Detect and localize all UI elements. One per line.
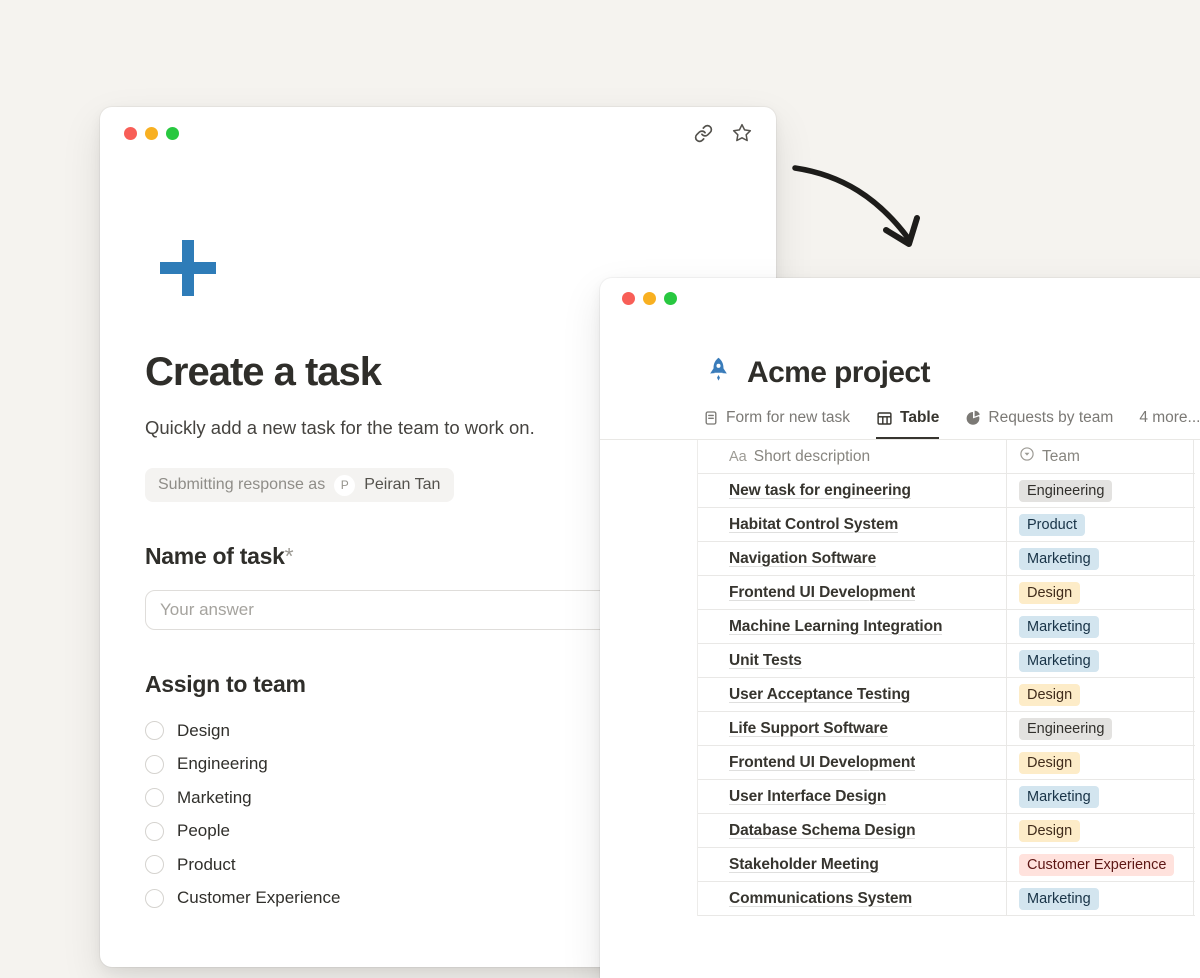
submitting-as-pill: Submitting response as P Peiran Tan [145,468,454,502]
radio-button-icon[interactable] [145,721,164,740]
curved-arrow [780,148,940,263]
minimize-window-button[interactable] [643,292,656,305]
team-tag[interactable]: Marketing [1019,786,1099,808]
pie-chart-icon [965,410,981,426]
tab-more-views[interactable]: 4 more... [1139,409,1200,439]
team-tag[interactable]: Engineering [1019,718,1112,740]
tab-form-for-new-task[interactable]: Form for new task [703,409,850,439]
team-tag[interactable]: Design [1019,752,1080,774]
form-icon [703,410,719,426]
task-description-cell[interactable]: User Acceptance Testing [729,686,910,704]
team-tag[interactable]: Marketing [1019,548,1099,570]
link-icon[interactable] [694,124,713,143]
table-row[interactable]: Unit Tests Marketing [698,644,1195,678]
radio-button-icon[interactable] [145,788,164,807]
rocket-icon [705,356,732,391]
task-description-cell[interactable]: User Interface Design [729,788,886,806]
traffic-lights[interactable] [124,127,179,140]
task-description-cell[interactable]: Database Schema Design [729,822,915,840]
task-description-cell[interactable]: Stakeholder Meeting [729,856,879,874]
radio-button-icon[interactable] [145,755,164,774]
database-table: Aa Short description Team New task for e… [697,440,1195,916]
radio-option-label: Marketing [177,788,252,808]
text-property-icon: Aa [729,449,747,465]
radio-option-label: Design [177,721,230,741]
column-header-team[interactable]: Team [1007,440,1194,473]
table-row[interactable]: Stakeholder Meeting Customer Experience [698,848,1195,882]
team-tag[interactable]: Design [1019,684,1080,706]
zoom-window-button[interactable] [166,127,179,140]
team-tag[interactable]: Marketing [1019,616,1099,638]
task-description-cell[interactable]: Habitat Control System [729,516,898,534]
window-titlebar [600,278,1200,305]
tab-table[interactable]: Table [876,409,939,439]
task-description-cell[interactable]: Unit Tests [729,652,802,670]
view-tabs: Form for new task Table Req [703,409,1200,440]
table-icon [876,410,893,427]
table-row[interactable]: Communications System Marketing [698,882,1195,916]
table-row[interactable]: Habitat Control System Product [698,508,1195,542]
column-header-short-description[interactable]: Aa Short description [698,440,1007,473]
close-window-button[interactable] [622,292,635,305]
radio-option-label: People [177,821,230,841]
table-window: Acme project Form for new task [600,278,1200,978]
plus-icon [160,240,216,296]
tab-requests-by-team[interactable]: Requests by team [965,409,1113,439]
window-titlebar [100,107,776,143]
close-window-button[interactable] [124,127,137,140]
table-row[interactable]: New task for engineering Engineering [698,474,1195,508]
avatar: P [334,475,355,496]
team-tag[interactable]: Engineering [1019,480,1112,502]
team-tag[interactable]: Design [1019,820,1080,842]
task-description-cell[interactable]: Frontend UI Development [729,754,915,772]
team-tag[interactable]: Customer Experience [1019,854,1174,876]
task-description-cell[interactable]: Life Support Software [729,720,888,738]
table-row[interactable]: Life Support Software Engineering [698,712,1195,746]
page-title: Acme project [747,355,930,391]
table-row[interactable]: Frontend UI Development Design [698,576,1195,610]
user-name: Peiran Tan [364,476,440,494]
table-row[interactable]: User Acceptance Testing Design [698,678,1195,712]
radio-option-label: Product [177,855,236,875]
radio-option-label: Engineering [177,754,268,774]
team-tag[interactable]: Design [1019,582,1080,604]
task-description-cell[interactable]: Communications System [729,890,912,908]
table-row[interactable]: User Interface Design Marketing [698,780,1195,814]
radio-option-label: Customer Experience [177,888,340,908]
star-icon[interactable] [732,123,752,143]
traffic-lights[interactable] [622,292,1200,305]
table-row[interactable]: Navigation Software Marketing [698,542,1195,576]
table-row[interactable]: Frontend UI Development Design [698,746,1195,780]
table-header-row: Aa Short description Team [698,440,1195,474]
radio-button-icon[interactable] [145,889,164,908]
task-description-cell[interactable]: Machine Learning Integration [729,618,942,636]
radio-button-icon[interactable] [145,822,164,841]
minimize-window-button[interactable] [145,127,158,140]
select-property-icon [1019,446,1035,467]
task-description-cell[interactable]: Frontend UI Development [729,584,915,602]
team-tag[interactable]: Marketing [1019,650,1099,672]
team-tag[interactable]: Marketing [1019,888,1099,910]
table-row[interactable]: Database Schema Design Design [698,814,1195,848]
zoom-window-button[interactable] [664,292,677,305]
radio-button-icon[interactable] [145,855,164,874]
required-asterisk: * [285,543,294,569]
task-description-cell[interactable]: New task for engineering [729,482,911,500]
table-row[interactable]: Machine Learning Integration Marketing [698,610,1195,644]
team-tag[interactable]: Product [1019,514,1085,536]
submitting-as-label: Submitting response as [158,476,325,494]
task-description-cell[interactable]: Navigation Software [729,550,876,568]
